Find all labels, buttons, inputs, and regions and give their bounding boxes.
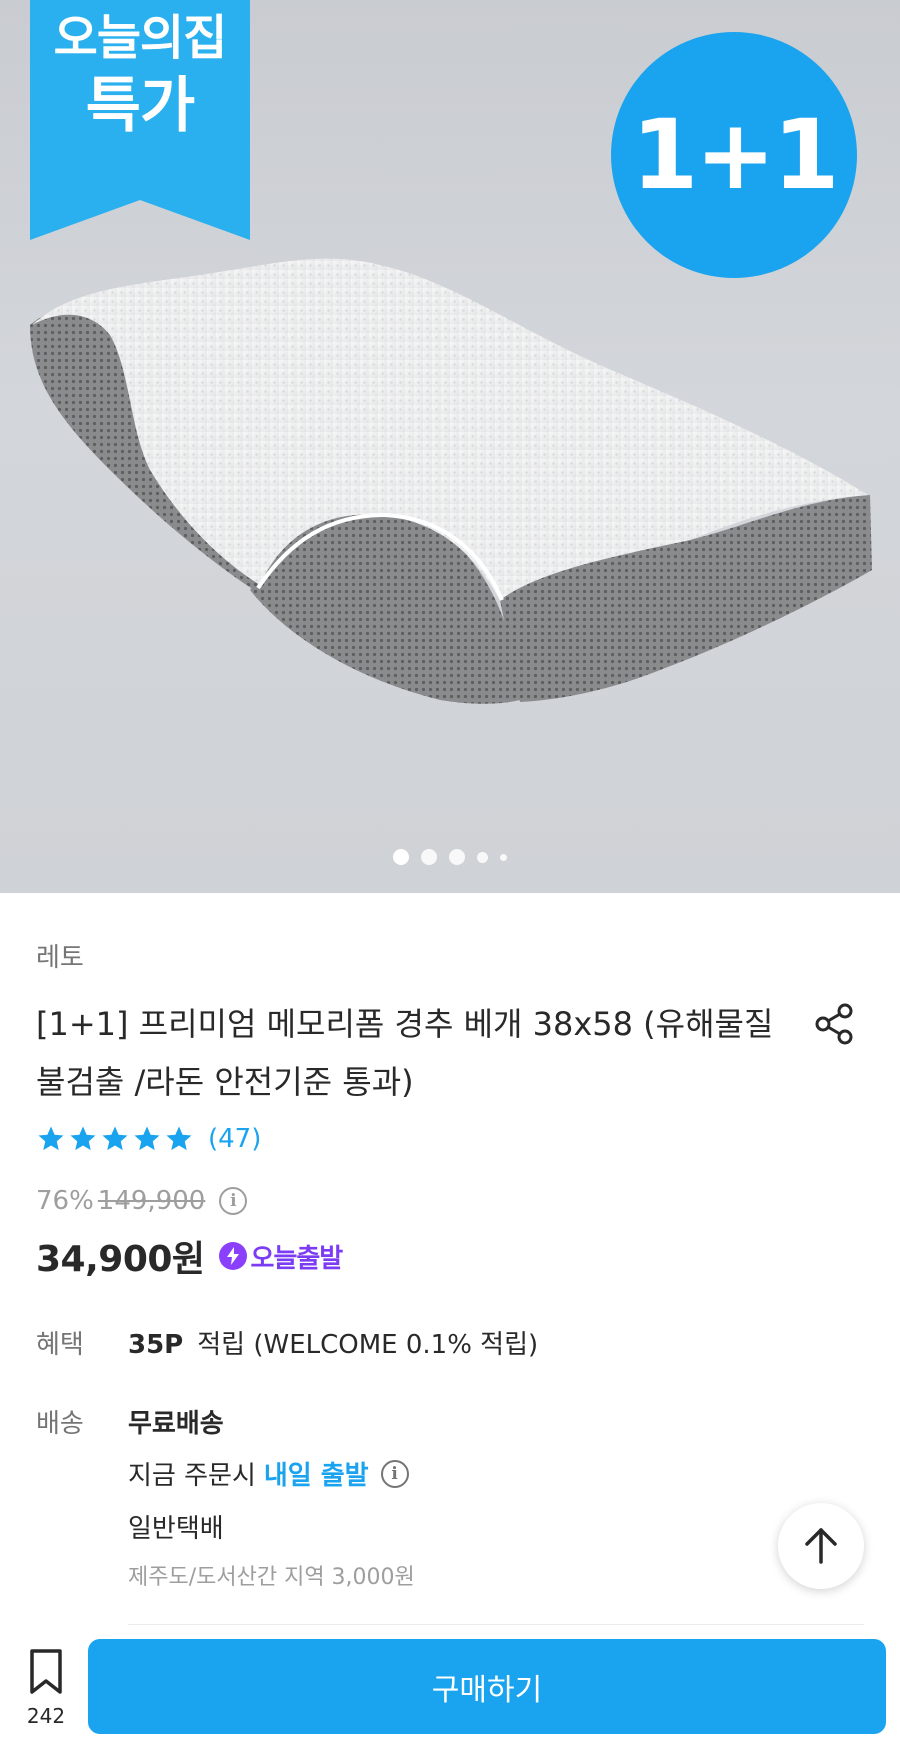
star-icon	[70, 1126, 96, 1151]
info-icon[interactable]: i	[380, 1459, 409, 1488]
today-ship-badge: 오늘출발	[218, 1238, 344, 1275]
shipping-extra-fee: 제주도/도서산간 지역 3,000원	[128, 1565, 415, 1590]
shipping-label: 배송	[36, 1409, 84, 1439]
carousel-dot[interactable]	[477, 851, 488, 863]
arrow-up-icon	[805, 1528, 837, 1564]
star-rating	[36, 1124, 194, 1154]
benefit-label: 혜택	[36, 1330, 84, 1360]
rating-row[interactable]: (47)	[36, 1124, 261, 1154]
product-image-carousel[interactable]: 오늘의집 특가 1+1	[0, 0, 900, 893]
shipping-eta-prefix: 지금 주문시	[128, 1461, 256, 1491]
shipping-title: 무료배송	[128, 1409, 224, 1439]
original-price-row: 76% 149,900 i	[36, 1186, 248, 1216]
section-divider	[128, 1624, 864, 1625]
share-icon[interactable]	[812, 1002, 856, 1046]
star-icon	[166, 1126, 192, 1151]
ribbon-line-2: 특가	[85, 70, 195, 141]
sale-price: 34,900원	[36, 1239, 205, 1280]
shipping-eta: 지금 주문시 내일 출발 i	[128, 1455, 409, 1492]
info-icon[interactable]: i	[219, 1187, 248, 1215]
benefit-info: 35P 적립 (WELCOME 0.1% 적립)	[128, 1324, 538, 1361]
scroll-top-button[interactable]	[778, 1503, 864, 1589]
carousel-indicators	[0, 849, 900, 865]
original-price: 149,900	[97, 1186, 206, 1216]
benefit-text: 적립 (WELCOME 0.1% 적립)	[197, 1330, 539, 1360]
promo-ribbon: 오늘의집 특가	[30, 10, 250, 142]
bookmark-count: 242	[26, 1704, 66, 1728]
brand-name[interactable]: 레토	[36, 937, 84, 974]
review-count[interactable]: (47)	[208, 1124, 261, 1154]
carousel-dot[interactable]	[500, 853, 507, 861]
shipping-eta-highlight: 내일 출발	[263, 1461, 369, 1491]
product-title: [1+1] 프리미엄 메모리폼 경추 베개 38x58 (유해물질 불검출 /라…	[36, 1005, 774, 1101]
star-icon	[102, 1126, 128, 1151]
one-plus-one-badge: 1+1	[611, 32, 857, 278]
carousel-dot[interactable]	[449, 849, 465, 865]
lightning-icon	[218, 1242, 247, 1270]
discount-rate: 76%	[36, 1186, 94, 1216]
shipping-type: 일반택배	[128, 1514, 224, 1544]
bookmark-button[interactable]: 242	[18, 1648, 74, 1728]
benefit-points: 35P	[128, 1330, 184, 1360]
bookmark-icon	[30, 1649, 62, 1694]
today-ship-label: 오늘출발	[250, 1243, 344, 1274]
star-icon	[134, 1126, 160, 1151]
ribbon-line-1: 오늘의집	[53, 10, 228, 66]
price-row: 34,900원 오늘출발	[36, 1230, 344, 1282]
star-icon	[38, 1126, 64, 1151]
carousel-dot[interactable]	[393, 849, 409, 865]
buy-button[interactable]: 구매하기	[88, 1639, 886, 1734]
carousel-dot[interactable]	[421, 849, 437, 865]
